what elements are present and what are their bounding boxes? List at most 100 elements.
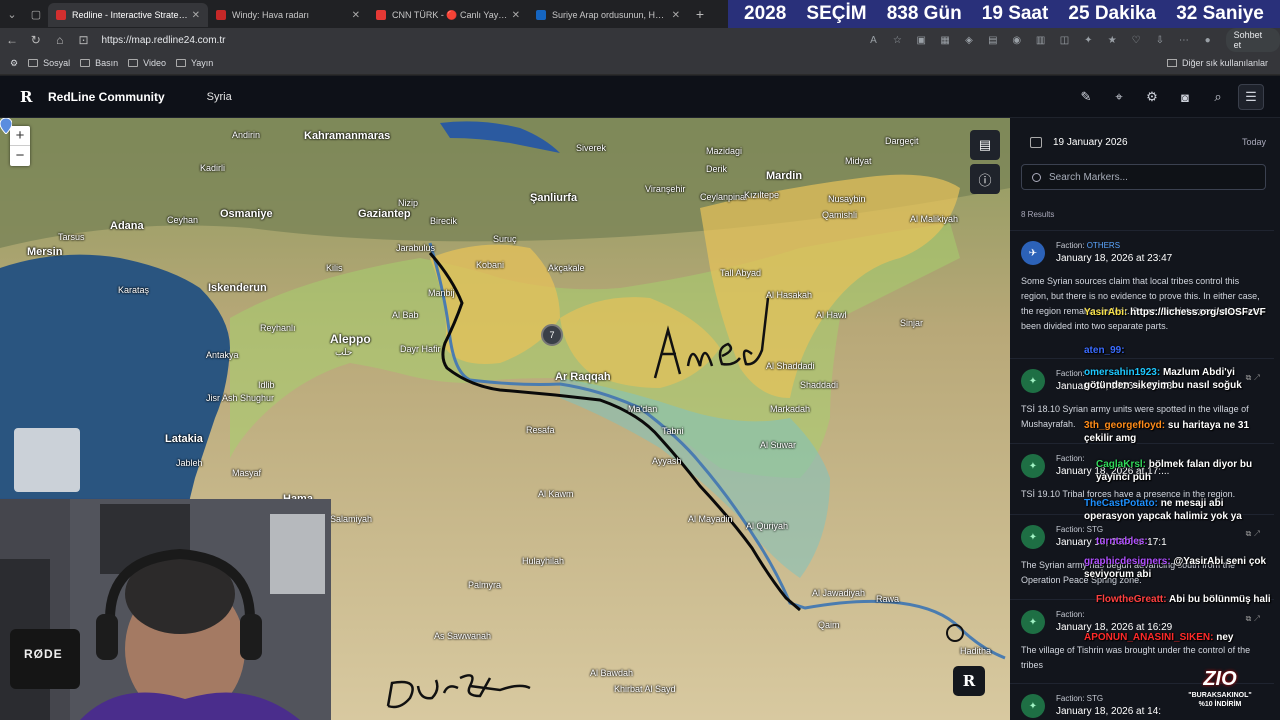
calendar-icon[interactable] <box>1030 136 1042 148</box>
town-label: Jarabulus <box>396 243 436 253</box>
faction-avatar-icon: ✦ <box>1021 525 1045 549</box>
today-button[interactable]: Today <box>1242 137 1266 147</box>
extension-icon[interactable]: ▦ <box>933 35 957 46</box>
bookmark-settings-icon[interactable]: ⚙ <box>10 58 18 69</box>
town-label: Andirin <box>232 130 261 140</box>
extension-icon[interactable]: ◈ <box>957 35 981 46</box>
town-label: Tabni <box>662 426 684 436</box>
close-tab-icon[interactable]: ✕ <box>192 10 200 21</box>
tab-cnnturk[interactable]: CNN TÜRK - 🔴 Canlı Yayın ᴴᴰ - C ✕ <box>368 3 528 27</box>
workspaces-icon[interactable]: ▢ <box>24 0 48 28</box>
search-icon[interactable]: ⌕ <box>1205 84 1231 110</box>
map-pin-icon[interactable]: ⌖ <box>1106 84 1132 110</box>
entry-actions-icon[interactable]: ⧉ ↗ <box>1246 614 1260 624</box>
town-label: Resafa <box>526 425 555 435</box>
bookmark-folder-basin[interactable]: Basın <box>80 58 118 68</box>
redline-watermark-badge: R <box>953 666 985 696</box>
chat-username: aten_99: <box>1084 345 1125 356</box>
map-info-button[interactable]: ⓘ <box>970 164 1000 194</box>
region-selector[interactable]: Syria <box>207 91 232 103</box>
town-label: Mazidagi <box>706 146 743 156</box>
camera-icon[interactable]: ◙ <box>1172 84 1198 110</box>
favorite-star-icon[interactable]: ☆ <box>885 35 909 46</box>
town-label: Ayyash <box>652 456 682 466</box>
zoom-out-button[interactable]: − <box>10 146 30 166</box>
extension-icon[interactable]: ▣ <box>909 35 933 46</box>
chat-username: omersahin1923: <box>1084 367 1161 378</box>
downloads-icon[interactable]: ⇩ <box>1148 35 1172 46</box>
faction-name[interactable]: OTHERS <box>1087 241 1120 250</box>
search-markers-input[interactable] <box>1049 171 1249 183</box>
town-label: Kilis <box>326 263 343 273</box>
extension-icon[interactable]: ▤ <box>981 35 1005 46</box>
pen-icon[interactable]: ✎ <box>1073 84 1099 110</box>
extensions-puzzle-icon[interactable]: ✦ <box>1076 35 1100 46</box>
tab-actions-icon[interactable]: ⌄ <box>0 0 24 28</box>
selected-date[interactable]: 19 January 2026 <box>1053 137 1128 148</box>
town-label: Salamiyah <box>330 514 373 524</box>
search-icon <box>1032 172 1041 182</box>
copilot-chat-button[interactable]: Sohbet et <box>1225 28 1280 52</box>
town-label: Al Mayadin <box>688 514 733 524</box>
zoom-in-button[interactable]: + <box>10 126 30 146</box>
town-label: Ceyhan <box>167 215 199 225</box>
chat-message: 3th_georgefloyd: su haritaya ne 31 çekil… <box>1084 419 1274 445</box>
town-label: Al Malikiyah <box>910 214 959 224</box>
extension-icon[interactable]: ◉ <box>1005 35 1029 46</box>
folder-icon <box>28 59 39 67</box>
town-label: Al Kawm <box>538 489 574 499</box>
map-marker-icon[interactable] <box>0 118 12 134</box>
bookmark-folder-sosyal[interactable]: Sosyal <box>28 58 70 68</box>
chat-message: YasirAbi: https://lichess.org/sIOSFzVF <box>1084 306 1266 319</box>
bookmark-folder-video[interactable]: Video <box>128 58 166 68</box>
zoom-control: + − <box>10 126 30 166</box>
site-info-icon[interactable]: ⊡ <box>72 33 96 47</box>
new-tab-button[interactable]: + <box>688 6 712 22</box>
town-label: Markadah <box>770 404 811 414</box>
url-field[interactable]: https://map.redline24.com.tr <box>102 35 862 46</box>
info-icon: ⓘ <box>978 172 992 188</box>
tab-news[interactable]: Suriye Arap ordusunun, Haseke şe ✕ <box>528 3 688 27</box>
home-icon[interactable]: ⌂ <box>48 33 72 47</box>
tab-windy[interactable]: Windy: Hava radarı ✕ <box>208 3 368 27</box>
more-menu-icon[interactable]: ⋯ <box>1172 35 1196 46</box>
close-tab-icon[interactable]: ✕ <box>512 10 520 21</box>
marker-cluster[interactable]: 7 <box>541 324 563 346</box>
collections-icon[interactable]: ♡ <box>1124 35 1148 46</box>
extension-icon[interactable]: ▥ <box>1029 35 1053 46</box>
town-label: Al Shaddadi <box>766 361 815 371</box>
city-label: Iskenderun <box>208 282 267 294</box>
split-screen-icon[interactable]: ◫ <box>1053 35 1077 46</box>
other-bookmarks-folder[interactable]: Diğer sık kullanılanlar <box>1166 58 1268 68</box>
tab-title: CNN TÜRK - 🔴 Canlı Yayın ᴴᴰ - C <box>392 9 508 20</box>
avatar[interactable]: ● <box>1196 35 1220 46</box>
close-tab-icon[interactable]: ✕ <box>672 10 680 21</box>
redline-logo[interactable]: R <box>20 88 36 106</box>
entry-faction: Faction: STG <box>1056 694 1104 703</box>
city-label: حلب <box>335 347 353 357</box>
reload-icon[interactable]: ↻ <box>24 33 48 47</box>
back-icon[interactable]: ← <box>0 33 24 47</box>
close-tab-icon[interactable]: ✕ <box>352 10 360 21</box>
marker-entry[interactable]: ✈ Faction: OTHERS January 18, 2026 at 23… <box>1010 230 1274 350</box>
town-label: Haditha <box>960 646 992 656</box>
election-countdown-banner: 2028 SEÇİM 838 Gün 19 Saat 25 Dakika 32 … <box>728 0 1280 28</box>
menu-icon[interactable]: ☰ <box>1238 84 1264 110</box>
streamer-webcam: RØDE <box>0 499 331 720</box>
date-bar: 19 January 2026 Today <box>1010 128 1280 156</box>
entry-actions-icon[interactable]: ⧉ ↗ <box>1246 529 1260 539</box>
city-label: Ar Raqqah <box>555 371 611 383</box>
address-bar: ← ↻ ⌂ ⊡ https://map.redline24.com.tr A ☆… <box>0 28 1280 52</box>
entry-faction: Faction: <box>1056 369 1085 378</box>
favorites-icon[interactable]: ★ <box>1100 35 1124 46</box>
map-layers-button[interactable]: ▤ <box>970 130 1000 160</box>
tab-redline[interactable]: Redline - Interactive Strategic Map ✕ <box>48 3 208 27</box>
entry-text: Some Syrian sources claim that local tri… <box>1021 276 1263 331</box>
gear-icon[interactable]: ⚙ <box>1139 84 1165 110</box>
read-aloud-icon[interactable]: A <box>862 35 886 46</box>
town-label: Hulayhilah <box>522 556 565 566</box>
countdown-year: 2028 <box>744 3 787 24</box>
bookmark-folder-yayin[interactable]: Yayın <box>175 58 213 68</box>
sponsor-overlay: ZIO "BURAKSAKINOL" %10 İNDİRİM <box>1182 668 1258 709</box>
countdown-hours: 19 Saat <box>981 3 1049 24</box>
